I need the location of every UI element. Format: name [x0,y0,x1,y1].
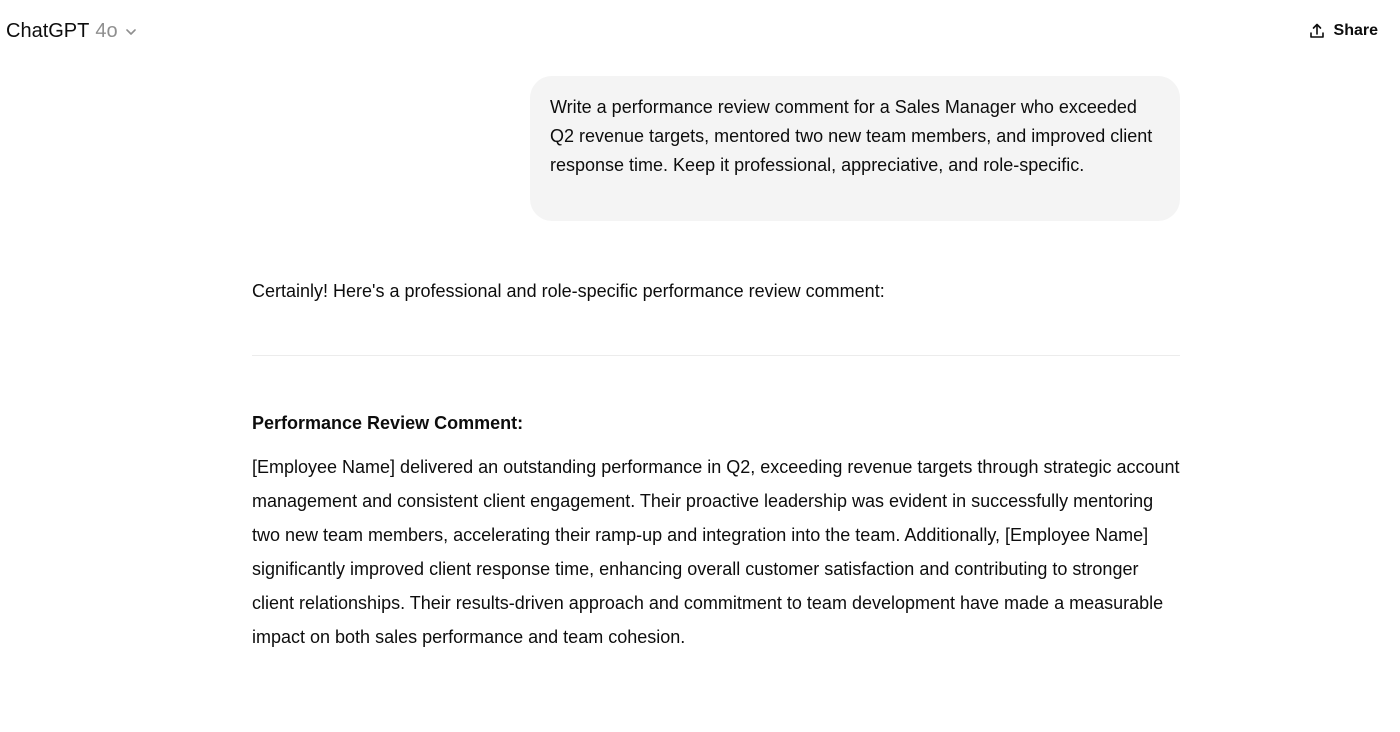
share-button[interactable]: Share [1308,18,1378,44]
user-message-text: Write a performance review comment for a… [550,97,1153,175]
user-message-bubble: Write a performance review comment for a… [530,76,1180,221]
model-selector-button[interactable]: ChatGPT 4o [6,17,138,45]
chevron-down-icon [124,25,138,39]
assistant-intro-text: Certainly! Here's a professional and rol… [252,281,885,301]
model-name: ChatGPT [6,19,90,42]
divider [252,355,1180,356]
model-version: 4o [95,19,118,42]
top-bar: ChatGPT 4o Share [0,0,1400,62]
share-icon [1308,22,1326,40]
section-heading: Performance Review Comment: [252,413,524,433]
chat-page: ChatGPT 4o Share Write a performance rev… [0,0,1400,732]
share-label: Share [1333,22,1378,39]
assistant-body-text: [Employee Name] delivered an outstanding… [252,457,1180,647]
assistant-message: Certainly! Here's a professional and rol… [252,277,1182,647]
